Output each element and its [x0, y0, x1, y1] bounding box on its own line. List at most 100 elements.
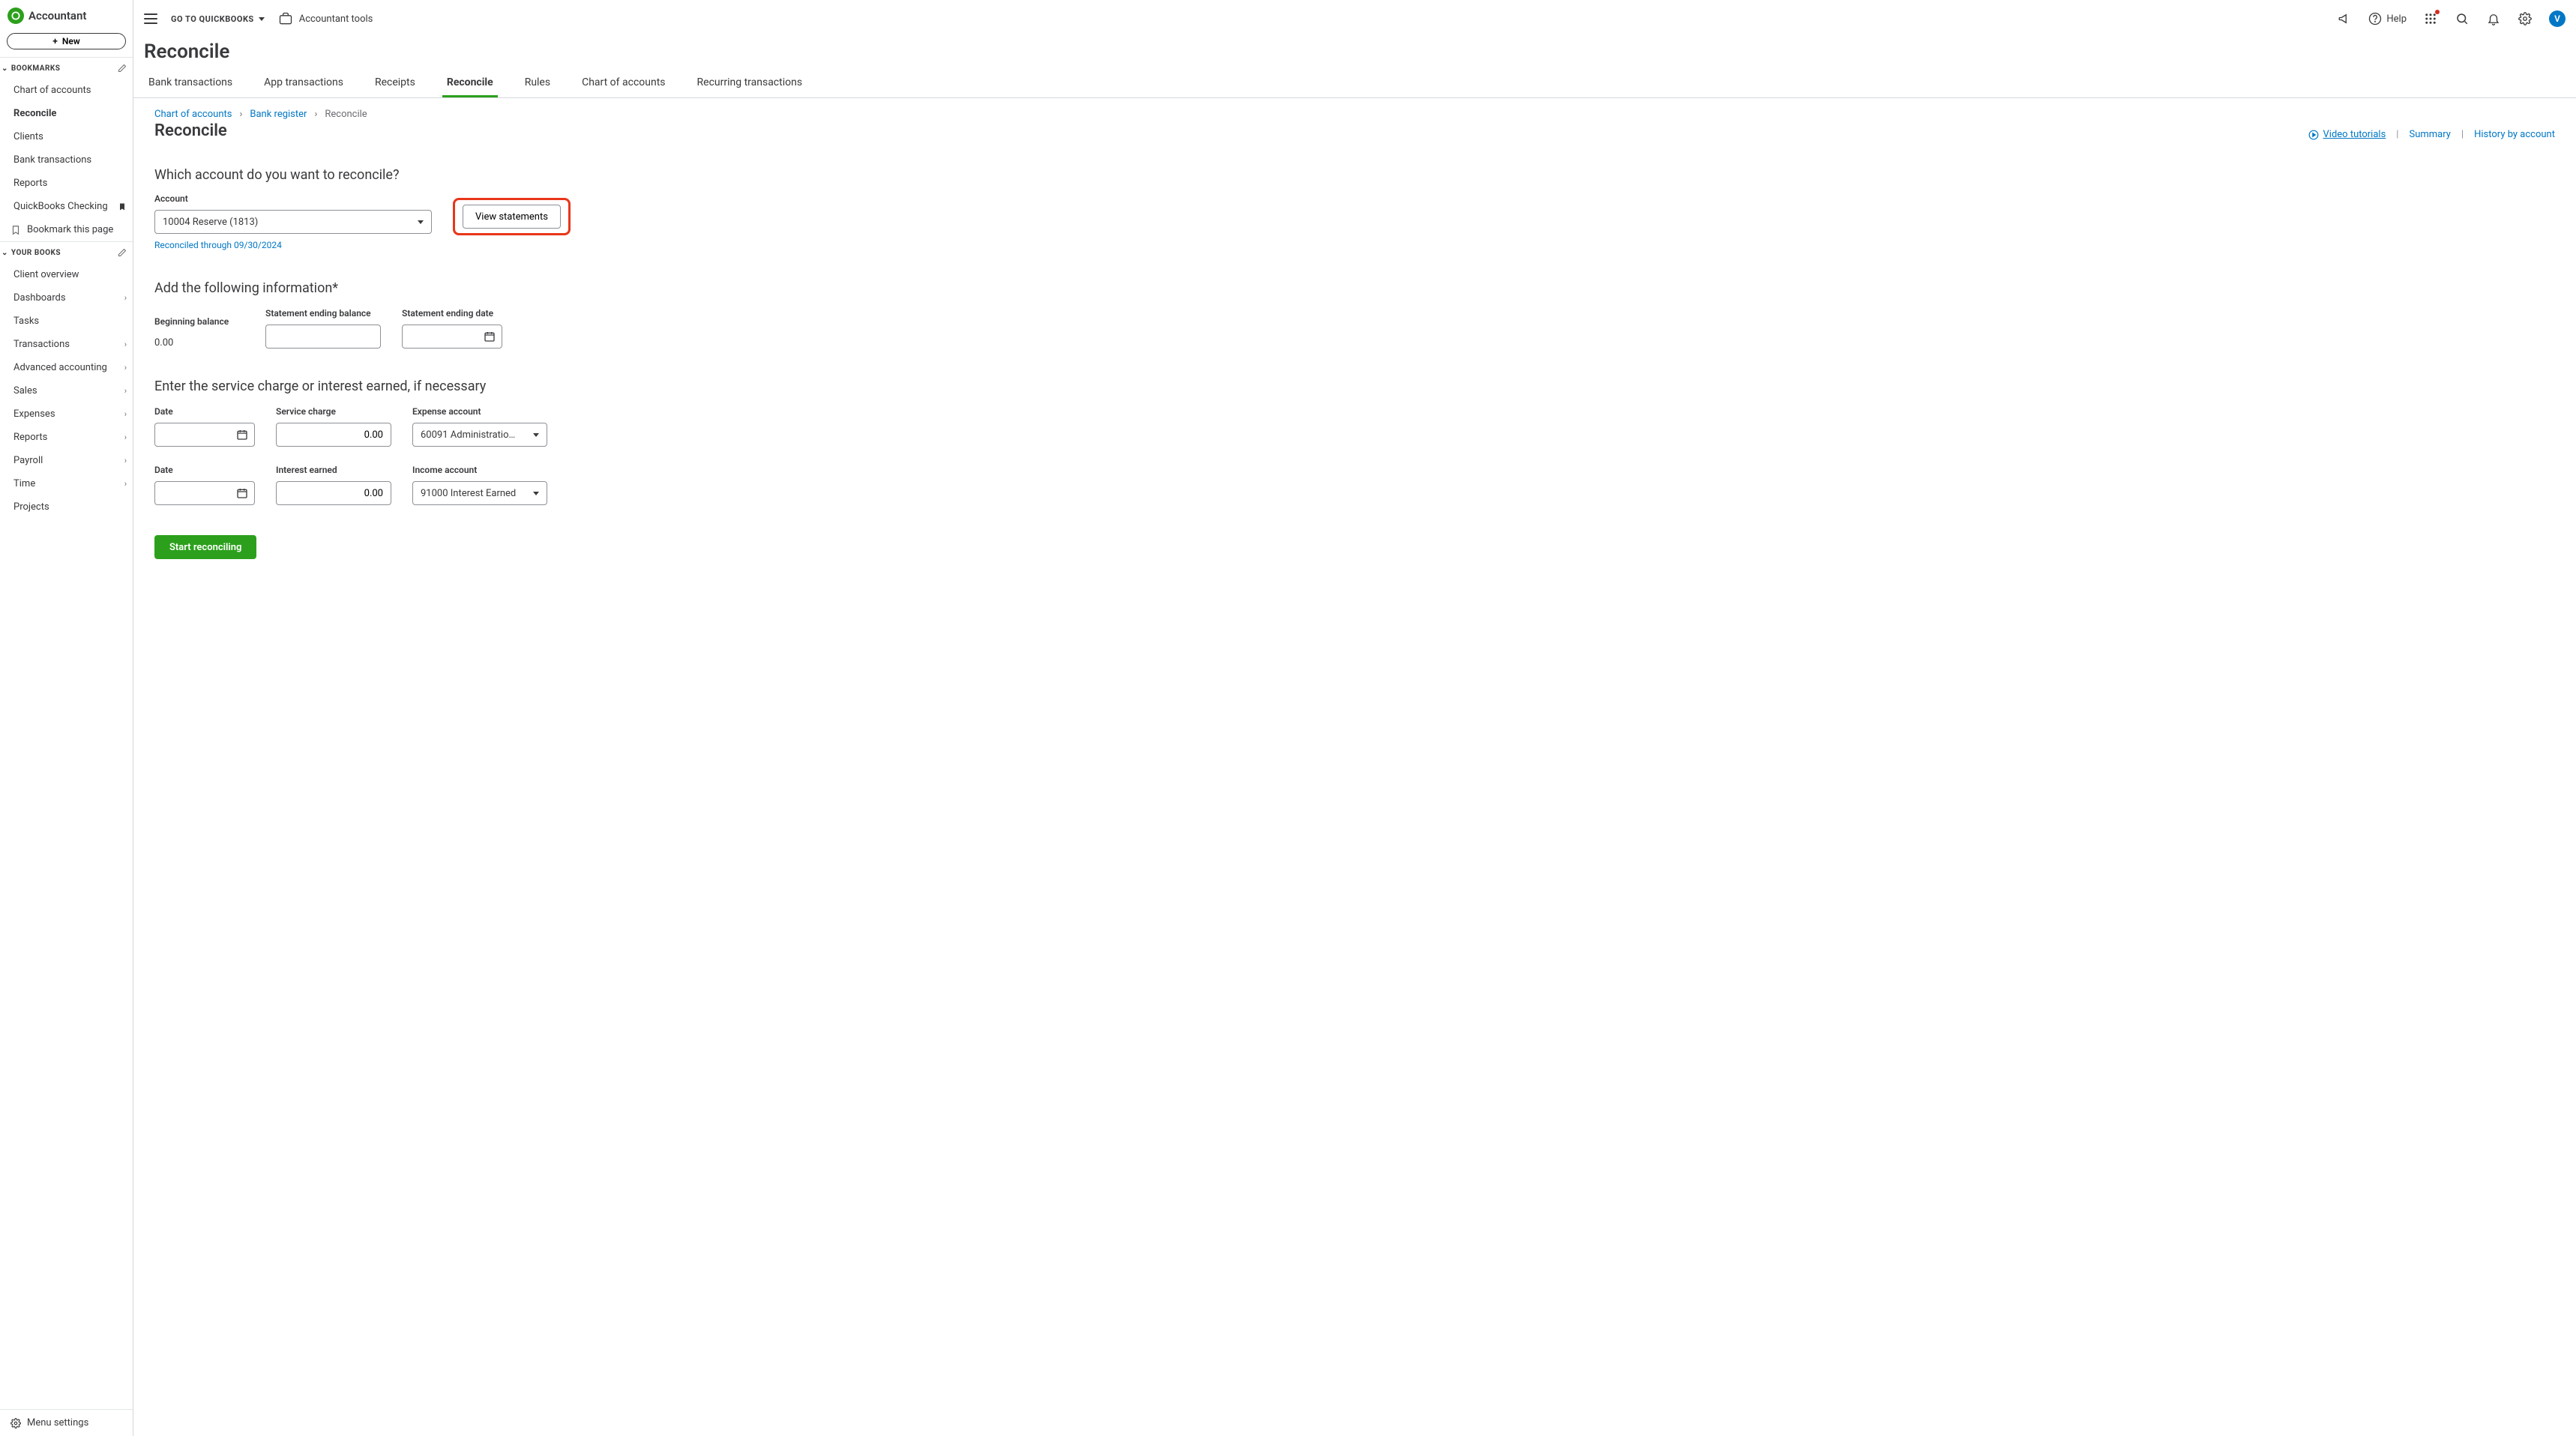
- bell-icon[interactable]: [2486, 11, 2501, 26]
- service-date-input[interactable]: [154, 423, 255, 447]
- sidebar-item[interactable]: Payroll›: [0, 449, 133, 472]
- sidebar-item-label: Reports: [13, 432, 47, 443]
- new-button-label: New: [62, 36, 80, 46]
- stmt-ending-date-input[interactable]: [402, 325, 502, 349]
- tab[interactable]: Rules: [520, 69, 555, 97]
- income-account-select[interactable]: 91000 Interest Earned: [412, 481, 547, 505]
- sidebar-item[interactable]: Dashboards›: [0, 286, 133, 310]
- sidebar-item-label: Projects: [13, 501, 49, 513]
- view-statements-button[interactable]: View statements: [463, 205, 561, 229]
- video-tutorials-link[interactable]: Video tutorials: [2308, 129, 2386, 140]
- sidebar-item-label: Chart of accounts: [13, 85, 91, 96]
- menu-settings-label: Menu settings: [27, 1417, 88, 1429]
- search-icon[interactable]: [2455, 11, 2470, 26]
- sidebar-item[interactable]: Client overview: [0, 263, 133, 286]
- sidebar-item-label: Payroll: [13, 455, 43, 466]
- help-link[interactable]: Help: [2368, 12, 2407, 25]
- tab[interactable]: Receipts: [370, 69, 420, 97]
- apps-grid-icon[interactable]: [2423, 11, 2438, 26]
- sidebar-item-label: Time: [13, 478, 35, 489]
- service-interest-heading: Enter the service charge or interest ear…: [154, 378, 2555, 394]
- service-charge-label: Service charge: [276, 406, 391, 417]
- which-account-heading: Which account do you want to reconcile?: [154, 167, 2555, 183]
- bookmark-this-page[interactable]: Bookmark this page: [0, 218, 133, 241]
- brand-name: Accountant: [28, 9, 86, 22]
- chevron-right-icon: ›: [124, 409, 127, 419]
- sidebar-item[interactable]: Chart of accounts: [0, 79, 133, 102]
- service-charge-input[interactable]: [276, 423, 391, 447]
- service-date-label: Date: [154, 406, 255, 417]
- chevron-down-icon: [418, 220, 424, 224]
- breadcrumb-sep: ›: [314, 109, 317, 120]
- sidebar-item[interactable]: QuickBooks Checking: [0, 195, 133, 218]
- history-by-account-link[interactable]: History by account: [2474, 129, 2555, 140]
- sidebar-item[interactable]: Expenses ›: [0, 402, 133, 426]
- interest-date-label: Date: [154, 465, 255, 475]
- tabs: Bank transactions App transactions Receipt…: [133, 69, 2576, 98]
- interest-date-input[interactable]: [154, 481, 255, 505]
- tab[interactable]: App transactions: [259, 69, 348, 97]
- accountant-tools[interactable]: Accountant tools: [278, 11, 373, 26]
- sidebar-item[interactable]: Reports›: [0, 426, 133, 449]
- main: GO TO QUICKBOOKS Accountant tools Help: [133, 0, 2576, 1436]
- sidebar-item[interactable]: Sales›: [0, 379, 133, 402]
- breadcrumb-chart-of-accounts[interactable]: Chart of accounts: [154, 109, 232, 120]
- stmt-ending-balance-label: Statement ending balance: [265, 308, 381, 319]
- sidebar-item[interactable]: Projects: [0, 495, 133, 519]
- chevron-right-icon: ›: [124, 293, 127, 303]
- start-reconciling-button[interactable]: Start reconciling: [154, 535, 256, 559]
- calendar-icon: [484, 331, 496, 343]
- sidebar-item[interactable]: Time›: [0, 472, 133, 495]
- sidebar: Accountant + New ⌄ BOOKMARKS Chart of ac…: [0, 0, 133, 1436]
- tab[interactable]: Chart of accounts: [577, 69, 669, 97]
- bookmarks-section-header[interactable]: ⌄ BOOKMARKS: [0, 57, 133, 79]
- sidebar-item[interactable]: Clients: [0, 125, 133, 148]
- hamburger-icon[interactable]: [144, 13, 157, 24]
- sidebar-item[interactable]: Reports: [0, 172, 133, 195]
- your-books-section-header[interactable]: ⌄ YOUR BOOKS: [0, 241, 133, 263]
- edit-bookmarks-icon[interactable]: [118, 64, 127, 73]
- expense-account-select[interactable]: 60091 Administratio…: [412, 423, 547, 447]
- new-button[interactable]: + New: [7, 33, 126, 49]
- sidebar-item[interactable]: Tasks: [0, 310, 133, 333]
- sidebar-item[interactable]: Reconcile: [0, 102, 133, 125]
- expense-account-label: Expense account: [412, 406, 547, 417]
- summary-link[interactable]: Summary: [2409, 129, 2450, 140]
- breadcrumb-current: Reconcile: [325, 109, 367, 120]
- sidebar-item[interactable]: Bank transactions: [0, 148, 133, 172]
- calendar-icon: [236, 487, 248, 499]
- breadcrumb-bank-register[interactable]: Bank register: [250, 109, 307, 120]
- content: Chart of accounts › Bank register › Reco…: [133, 98, 2576, 582]
- sidebar-item-label: Clients: [13, 131, 43, 142]
- play-circle-icon: [2308, 130, 2319, 140]
- interest-earned-input[interactable]: [276, 481, 391, 505]
- stmt-ending-balance-input[interactable]: [265, 325, 381, 349]
- view-statements-highlight: View statements: [453, 198, 571, 235]
- income-account-value: 91000 Interest Earned: [421, 488, 516, 499]
- sidebar-item-label: Reconcile: [13, 108, 56, 119]
- chevron-down-icon: ⌄: [1, 249, 8, 257]
- go-to-quickbooks[interactable]: GO TO QUICKBOOKS: [171, 14, 265, 24]
- tab[interactable]: Recurring transactions: [693, 69, 807, 97]
- sidebar-item[interactable]: Advanced accounting›: [0, 356, 133, 379]
- tab[interactable]: Reconcile: [442, 69, 498, 97]
- megaphone-icon[interactable]: [2337, 11, 2352, 26]
- reconciled-through-link[interactable]: Reconciled through 09/30/2024: [154, 240, 432, 250]
- sidebar-item[interactable]: Transactions›: [0, 333, 133, 356]
- tab[interactable]: Bank transactions: [144, 69, 237, 97]
- bookmark-filled-icon: [118, 202, 127, 211]
- account-select[interactable]: 10004 Reserve (1813): [154, 210, 432, 234]
- gear-icon[interactable]: [2518, 11, 2533, 26]
- edit-your-books-icon[interactable]: [118, 248, 127, 257]
- chevron-down-icon: [533, 433, 539, 437]
- plus-icon: +: [52, 36, 58, 46]
- sidebar-item-label: Expenses: [13, 408, 55, 420]
- income-account-label: Income account: [412, 465, 547, 475]
- go-to-quickbooks-label: GO TO QUICKBOOKS: [171, 14, 254, 24]
- beginning-balance-label: Beginning balance: [154, 316, 244, 327]
- avatar[interactable]: V: [2549, 10, 2566, 27]
- menu-settings[interactable]: Menu settings: [0, 1409, 133, 1436]
- expense-account-value: 60091 Administratio…: [421, 429, 515, 441]
- breadcrumb-sep: ›: [239, 109, 242, 120]
- accountant-tools-label: Accountant tools: [299, 13, 373, 25]
